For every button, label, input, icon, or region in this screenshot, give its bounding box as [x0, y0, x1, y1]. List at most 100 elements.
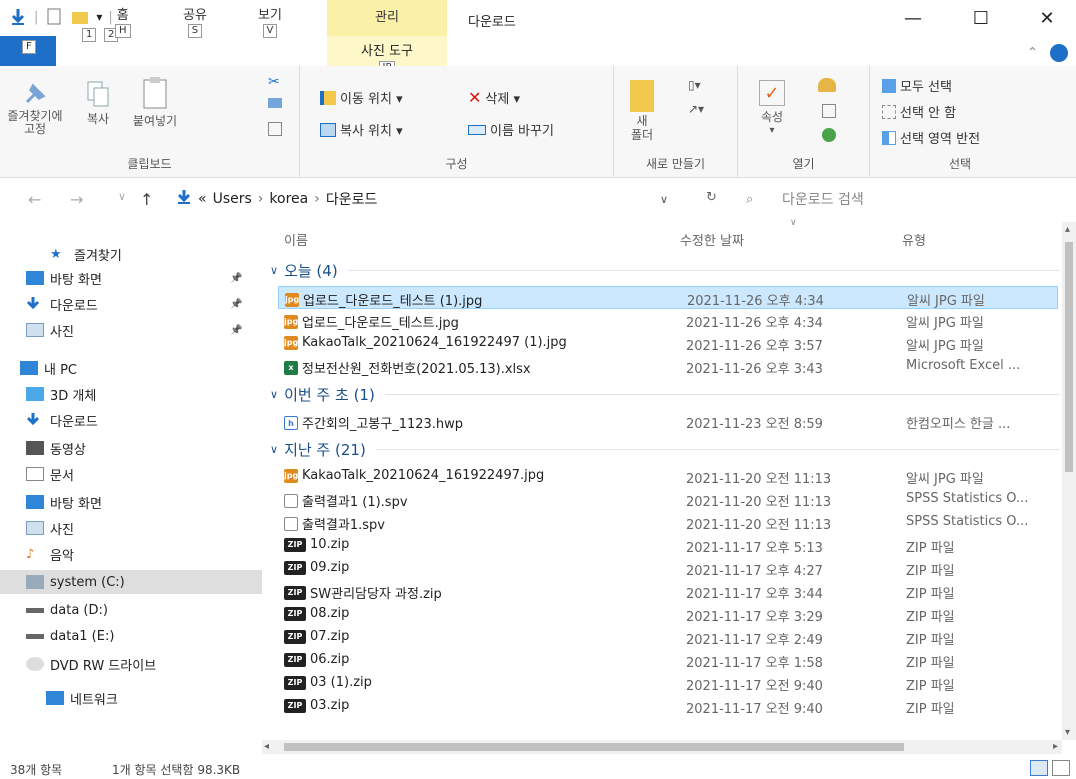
- horizontal-scroll-thumb[interactable]: [284, 743, 904, 751]
- recent-locations-chevron-icon[interactable]: ∨: [118, 190, 126, 203]
- open-icon[interactable]: [818, 78, 836, 92]
- details-view-icon[interactable]: [1030, 760, 1048, 776]
- pin-icon[interactable]: 📌: [230, 273, 242, 284]
- scroll-up-icon[interactable]: ▴: [1065, 224, 1070, 235]
- file-row[interactable]: ZIP 03.zip 2021-11-17 오전 9:40 ZIP 파일: [278, 695, 1058, 718]
- easy-access-icon[interactable]: ↗▾: [688, 102, 704, 116]
- file-row[interactable]: ZIP 10.zip 2021-11-17 오후 5:13 ZIP 파일: [278, 534, 1058, 557]
- move-to-button[interactable]: 이동 위치 ▾: [320, 88, 403, 107]
- nav-item[interactable]: system (C:): [0, 570, 262, 594]
- maximize-button[interactable]: ☐: [958, 8, 1004, 29]
- copy-button[interactable]: 복사: [78, 80, 118, 127]
- collapse-chevron-icon[interactable]: ∨: [270, 388, 278, 401]
- invert-selection-button[interactable]: 선택 영역 반전: [882, 128, 980, 147]
- new-item-icon[interactable]: ▯▾: [688, 78, 701, 92]
- nav-item[interactable]: 문서: [0, 462, 262, 486]
- nav-item[interactable]: 바탕 화면: [0, 490, 262, 514]
- file-row[interactable]: h 주간회의_고봉구_1123.hwp 2021-11-23 오전 8:59 한컴오피…: [278, 410, 1058, 433]
- cut-icon[interactable]: ✂: [268, 74, 280, 90]
- column-header-name[interactable]: 이름: [284, 230, 308, 249]
- properties-icon[interactable]: [44, 6, 64, 28]
- collapse-chevron-icon[interactable]: ∨: [270, 264, 278, 277]
- search-input[interactable]: ⌕ 다운로드 검색: [732, 185, 1032, 213]
- column-header-date[interactable]: 수정한 날짜: [680, 230, 744, 249]
- nav-item[interactable]: 다운로드: [0, 408, 262, 432]
- nav-item[interactable]: 다운로드 📌: [0, 292, 262, 316]
- collapse-chevron-icon[interactable]: ∨: [270, 443, 278, 456]
- tab-photo-tools[interactable]: 사진 도구 JP: [327, 36, 447, 75]
- paste-button[interactable]: 붙여넣기: [126, 76, 184, 129]
- nav-item[interactable]: DVD RW 드라이브: [0, 652, 262, 676]
- customize-qa-chevron-icon[interactable]: ▾: [96, 10, 102, 24]
- file-row[interactable]: x 정보전산원_전화번호(2021.05.13).xlsx 2021-11-26 오…: [278, 355, 1058, 378]
- group-header[interactable]: ∨ 지난 주 (21): [270, 439, 1060, 460]
- file-row[interactable]: ZIP 09.zip 2021-11-17 오후 4:27 ZIP 파일: [278, 557, 1058, 580]
- scroll-down-icon[interactable]: ▾: [1065, 727, 1070, 738]
- file-row[interactable]: jpg KakaoTalk_20210624_161922497 (1).jpg 2…: [278, 332, 1058, 355]
- properties-button[interactable]: ✓ 속성 ▾: [750, 80, 794, 136]
- breadcrumb-korea[interactable]: korea: [269, 191, 308, 207]
- tab-view[interactable]: 보기 V: [258, 4, 282, 38]
- history-icon[interactable]: [822, 128, 836, 142]
- forward-arrow-icon[interactable]: →: [70, 190, 83, 209]
- breadcrumb-users[interactable]: Users: [213, 191, 252, 207]
- nav-item[interactable]: data (D:): [0, 598, 262, 622]
- manage-contextual-tab[interactable]: 관리: [327, 0, 447, 36]
- file-row[interactable]: 출력결과1.spv 2021-11-20 오전 11:13 SPSS Statist…: [278, 511, 1058, 534]
- vertical-scrollbar[interactable]: ▴ ▾: [1062, 222, 1076, 740]
- tab-share[interactable]: 공유 S: [183, 4, 207, 38]
- file-tab[interactable]: F: [0, 36, 56, 66]
- nav-item[interactable]: 3D 개체: [0, 382, 262, 406]
- nav-item[interactable]: 사진 📌: [0, 318, 262, 342]
- pin-to-quick-access-button[interactable]: 즐겨찾기에 고정: [4, 80, 66, 136]
- address-bar[interactable]: « Users › korea › 다운로드 ∨: [170, 185, 690, 213]
- breadcrumb-overflow[interactable]: «: [198, 191, 207, 207]
- delete-button[interactable]: ✕ 삭제 ▾: [468, 88, 520, 107]
- copy-to-button[interactable]: 복사 위치 ▾: [320, 120, 403, 139]
- file-row[interactable]: ZIP SW관리담당자 과정.zip 2021-11-17 오후 3:44 ZIP 파…: [278, 580, 1058, 603]
- large-icons-view-icon[interactable]: [1052, 760, 1070, 776]
- tab-home[interactable]: 홈 H: [115, 4, 131, 38]
- up-arrow-icon[interactable]: ↑: [140, 190, 153, 209]
- nav-item[interactable]: 바탕 화면 📌: [0, 266, 262, 290]
- address-dropdown-chevron-icon[interactable]: ∨: [660, 193, 668, 206]
- horizontal-scrollbar[interactable]: ◂ ▸: [262, 740, 1062, 754]
- file-row[interactable]: ZIP 08.zip 2021-11-17 오후 3:29 ZIP 파일: [278, 603, 1058, 626]
- nav-item[interactable]: data1 (E:): [0, 624, 262, 648]
- file-row[interactable]: 출력결과1 (1).spv 2021-11-20 오전 11:13 SPSS Sta…: [278, 488, 1058, 511]
- file-row[interactable]: jpg 업로드_다운로드_테스트.jpg 2021-11-26 오후 4:34 알씨 …: [278, 309, 1058, 332]
- breadcrumb-separator[interactable]: ›: [314, 191, 320, 207]
- paste-shortcut-icon[interactable]: [268, 122, 282, 136]
- select-all-button[interactable]: 모두 선택: [882, 76, 952, 95]
- nav-item[interactable]: 동영상: [0, 436, 262, 460]
- close-button[interactable]: ✕: [1024, 8, 1070, 29]
- new-folder-button[interactable]: 새 폴더: [622, 80, 662, 142]
- file-row[interactable]: ZIP 03 (1).zip 2021-11-17 오전 9:40 ZIP 파일: [278, 672, 1058, 695]
- select-none-button[interactable]: 선택 안 함: [882, 102, 956, 121]
- minimize-button[interactable]: —: [890, 8, 936, 29]
- rename-button[interactable]: 이름 바꾸기: [468, 120, 554, 139]
- refresh-icon[interactable]: ↻: [706, 190, 717, 205]
- file-row[interactable]: jpg 업로드_다운로드_테스트 (1).jpg 2021-11-26 오후 4:3…: [278, 286, 1058, 309]
- nav-item[interactable]: 사진: [0, 516, 262, 540]
- copy-path-icon[interactable]: [268, 98, 282, 108]
- nav-item[interactable]: 내 PC: [0, 356, 262, 380]
- breadcrumb-downloads[interactable]: 다운로드: [326, 189, 378, 209]
- edit-icon[interactable]: [822, 104, 836, 118]
- pin-icon[interactable]: 📌: [230, 299, 242, 310]
- file-row[interactable]: jpg KakaoTalk_20210624_161922497.jpg 2021-…: [278, 465, 1058, 488]
- group-header[interactable]: ∨ 오늘 (4): [270, 260, 1060, 281]
- breadcrumb-separator[interactable]: ›: [258, 191, 264, 207]
- ribbon-collapse-chevron-icon[interactable]: ⌃: [1027, 46, 1038, 61]
- group-header[interactable]: ∨ 이번 주 초 (1): [270, 384, 1060, 405]
- help-icon[interactable]: [1050, 44, 1068, 62]
- nav-item[interactable]: ♪ 음악: [0, 542, 262, 566]
- file-row[interactable]: ZIP 07.zip 2021-11-17 오후 2:49 ZIP 파일: [278, 626, 1058, 649]
- download-icon[interactable]: [8, 6, 28, 28]
- scroll-right-icon[interactable]: ▸: [1053, 741, 1058, 752]
- column-header-type[interactable]: 유형: [902, 230, 926, 249]
- new-folder-icon[interactable]: [70, 6, 90, 28]
- pin-icon[interactable]: 📌: [230, 325, 242, 336]
- vertical-scroll-thumb[interactable]: [1065, 242, 1073, 472]
- file-row[interactable]: ZIP 06.zip 2021-11-17 오후 1:58 ZIP 파일: [278, 649, 1058, 672]
